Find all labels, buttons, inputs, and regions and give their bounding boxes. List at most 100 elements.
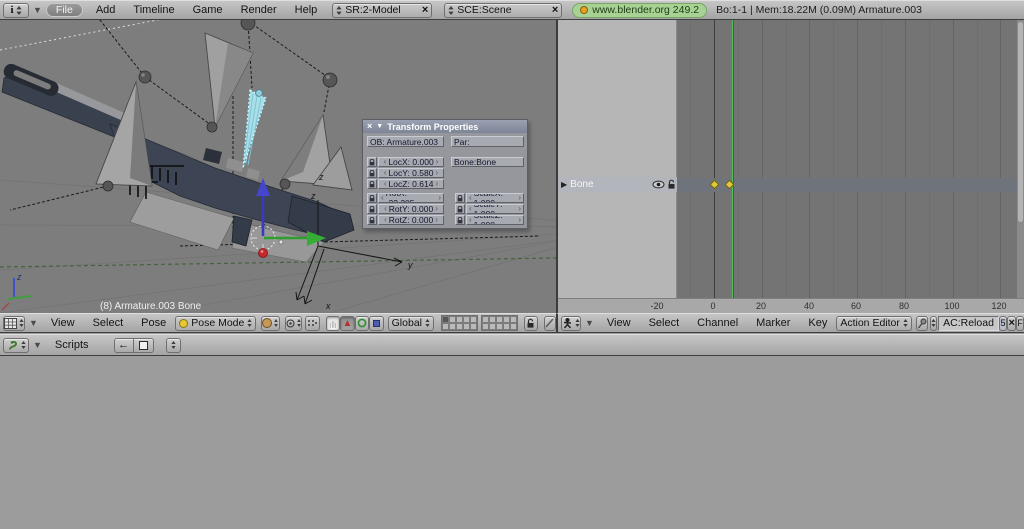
current-frame-line[interactable]: [732, 20, 734, 298]
lock-scalez-button[interactable]: [455, 215, 465, 225]
marker-menu[interactable]: Marker: [747, 317, 799, 329]
manipulator-scale-button[interactable]: [369, 316, 383, 331]
scene-selector[interactable]: SCE:Scene ×: [444, 3, 562, 18]
updown-arrows-icon: [425, 319, 430, 327]
blender-window: i ▼ File Add Timeline Game Render Help S…: [0, 0, 1024, 529]
bone-name-field[interactable]: Bone:Bone: [451, 157, 524, 167]
visibility-eye-icon[interactable]: [652, 180, 665, 189]
snap-dots-button[interactable]: [305, 316, 320, 331]
editor-type-button[interactable]: [561, 316, 581, 331]
action-name-field[interactable]: AC:Reload: [938, 316, 999, 331]
layer-buttons-group1[interactable]: [441, 315, 478, 331]
rotz-field[interactable]: ‹RotZ: 0.000›: [378, 215, 444, 225]
expand-icon[interactable]: ▶: [558, 180, 570, 189]
proportional-edit-button[interactable]: [544, 316, 556, 331]
screen-toggle-button[interactable]: [134, 338, 154, 353]
locx-field[interactable]: ‹LocX: 0.000›: [378, 157, 444, 167]
close-icon[interactable]: ×: [422, 5, 428, 16]
orientation-dropdown[interactable]: Global: [388, 316, 434, 331]
lock-locz-button[interactable]: [367, 179, 377, 189]
updown-arrows-icon: [21, 341, 26, 349]
close-icon[interactable]: ×: [552, 5, 558, 16]
key-menu[interactable]: Key: [799, 317, 836, 329]
selected-bone[interactable]: [243, 90, 266, 168]
draw-mode-button[interactable]: [261, 316, 279, 331]
menu-scroll-button[interactable]: [166, 338, 181, 353]
frame-gridline-major: [809, 20, 810, 298]
armature-bones[interactable]: [96, 33, 352, 190]
lock-roty-button[interactable]: [367, 204, 377, 214]
3d-cursor-red-dot[interactable]: [259, 249, 268, 258]
frame-ruler[interactable]: -20 0 20 40 60 80 100 120: [558, 298, 1024, 313]
scalez-field[interactable]: ‹ScaleZ: 1.000›: [466, 215, 524, 225]
game-menu[interactable]: Game: [184, 4, 232, 16]
back-button[interactable]: ←: [114, 338, 134, 353]
collapse-menus-icon[interactable]: ▼: [25, 318, 42, 328]
help-menu[interactable]: Help: [286, 4, 327, 16]
panel-collapse-icon[interactable]: ▼: [376, 123, 383, 130]
lock-rotz-button[interactable]: [367, 215, 377, 225]
screen-selector[interactable]: SR:2-Model ×: [332, 3, 432, 18]
manipulator-hand-button[interactable]: [326, 316, 340, 331]
view-menu[interactable]: View: [598, 317, 640, 329]
ob-name-field[interactable]: OB: Armature.003: [367, 136, 444, 147]
scaley-field[interactable]: ‹ScaleY: 1.000›: [466, 204, 524, 214]
roty-field[interactable]: ‹RotY: 0.000›: [378, 204, 444, 214]
panel-close-icon[interactable]: ×: [367, 122, 372, 131]
pose-menu[interactable]: Pose: [132, 317, 175, 329]
file-menu[interactable]: File: [46, 3, 83, 17]
select-menu[interactable]: Select: [84, 317, 133, 329]
lock-locy-button[interactable]: [367, 168, 377, 178]
browse-action-button[interactable]: [930, 316, 937, 331]
action-editor[interactable]: ▶ Bone -20 0 20 40 60 80 100 120: [556, 20, 1024, 313]
channel-row-bone[interactable]: ▶ Bone: [558, 177, 677, 192]
timeline-menu[interactable]: Timeline: [124, 4, 183, 16]
lock-scaley-button[interactable]: [455, 204, 465, 214]
updown-arrows-icon: [931, 319, 936, 327]
axis-label-x: x: [325, 301, 331, 311]
users-count-button[interactable]: 5: [999, 316, 1007, 331]
scripts-menu[interactable]: Scripts: [46, 339, 98, 351]
panel-header[interactable]: × ▼ Transform Properties: [363, 120, 527, 133]
collapse-menus-icon[interactable]: ▼: [29, 5, 46, 15]
frame-gridline-major: [857, 20, 858, 298]
add-menu[interactable]: Add: [87, 4, 125, 16]
lock-layers-button[interactable]: [524, 316, 538, 331]
locy-field[interactable]: ‹LocY: 0.580›: [378, 168, 444, 178]
unlink-action-button[interactable]: ×: [1007, 316, 1016, 331]
parent-field[interactable]: Par:: [451, 136, 524, 147]
transform-properties-panel[interactable]: × ▼ Transform Properties OB: Armature.00…: [362, 119, 528, 229]
vertical-scrollbar[interactable]: [1017, 20, 1024, 298]
collapse-menus-icon[interactable]: ▼: [581, 318, 598, 328]
scrollbar-thumb[interactable]: [1018, 22, 1023, 222]
mode-dropdown[interactable]: Pose Mode: [175, 316, 256, 331]
rotx-field[interactable]: ‹RotX: -22.205›: [378, 193, 444, 203]
scale-square-icon: [373, 320, 380, 327]
pivot-dropdown[interactable]: [285, 316, 302, 331]
editor-mode-dropdown[interactable]: Action Editor: [836, 316, 912, 331]
locz-field[interactable]: ‹LocZ: 0.614›: [378, 179, 444, 189]
window-type-button[interactable]: i: [3, 3, 29, 18]
3d-viewport[interactable]: z z y x z (8) Arma: [0, 20, 556, 313]
lock-rotx-button[interactable]: [367, 193, 377, 203]
lock-locx-button[interactable]: [367, 157, 377, 167]
manipulator-translate-button[interactable]: ▲: [340, 316, 354, 331]
select-menu[interactable]: Select: [640, 317, 689, 329]
render-menu[interactable]: Render: [232, 4, 286, 16]
collapse-menus-icon[interactable]: ▼: [29, 340, 46, 350]
lock-channel-icon[interactable]: [667, 179, 676, 190]
manipulator-rotate-button[interactable]: [355, 316, 369, 331]
version-link[interactable]: www.blender.org 249.2: [572, 3, 707, 18]
fake-user-button[interactable]: F: [1016, 316, 1024, 331]
layer-buttons-group2[interactable]: [481, 315, 518, 331]
editor-type-button[interactable]: [3, 338, 29, 353]
panel-title: Transform Properties: [387, 122, 478, 132]
scalex-field[interactable]: ‹ScaleX: 1.000›: [466, 193, 524, 203]
channel-menu[interactable]: Channel: [688, 317, 747, 329]
pin-action-button[interactable]: [916, 316, 928, 331]
editor-type-button[interactable]: [3, 316, 25, 331]
frame-gridline: [881, 20, 882, 298]
view-menu[interactable]: View: [42, 317, 84, 329]
scripts-window-body[interactable]: [0, 356, 1024, 529]
lock-scalex-button[interactable]: [455, 193, 465, 203]
